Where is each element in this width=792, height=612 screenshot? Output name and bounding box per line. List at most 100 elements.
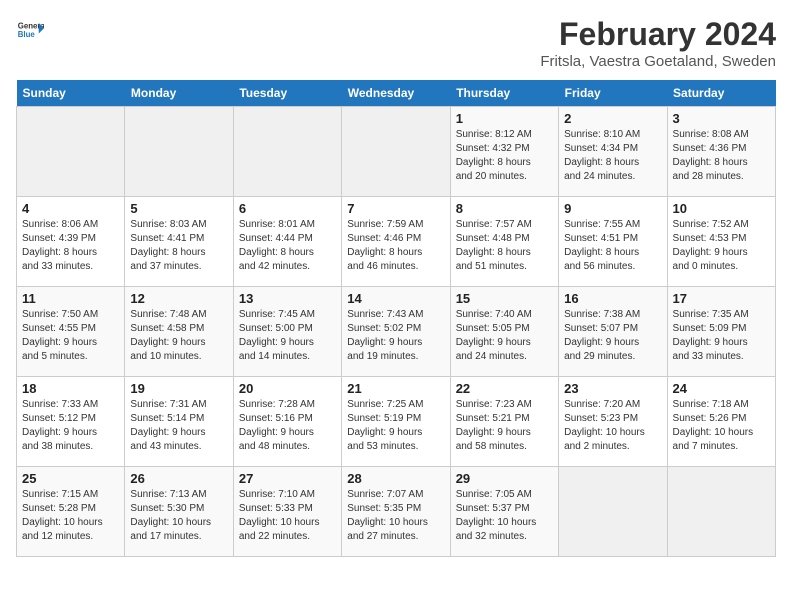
header-cell-friday: Friday [559, 80, 667, 107]
day-number: 2 [564, 111, 661, 126]
week-row-1: 1 Sunrise: 8:12 AM Sunset: 4:32 PM Daylig… [17, 107, 776, 197]
header-cell-tuesday: Tuesday [233, 80, 341, 107]
day-info: Sunrise: 7:10 AM Sunset: 5:33 PM Dayligh… [239, 488, 336, 544]
day-info: Sunrise: 7:45 AM Sunset: 5:00 PM Dayligh… [239, 308, 336, 364]
day-info: Sunrise: 7:50 AM Sunset: 4:55 PM Dayligh… [22, 308, 119, 364]
day-number: 20 [239, 381, 336, 396]
day-number: 27 [239, 471, 336, 486]
day-info: Sunrise: 7:31 AM Sunset: 5:14 PM Dayligh… [130, 398, 227, 454]
day-info: Sunrise: 7:25 AM Sunset: 5:19 PM Dayligh… [347, 398, 444, 454]
day-info: Sunrise: 8:08 AM Sunset: 4:36 PM Dayligh… [673, 128, 770, 184]
day-cell: 16 Sunrise: 7:38 AM Sunset: 5:07 PM Dayli… [559, 287, 667, 377]
day-info: Sunrise: 7:15 AM Sunset: 5:28 PM Dayligh… [22, 488, 119, 544]
day-cell: 25 Sunrise: 7:15 AM Sunset: 5:28 PM Dayli… [17, 467, 125, 557]
day-cell: 9Sunrise: 7:55 AM Sunset: 4:51 PM Daylig… [559, 197, 667, 287]
day-cell [17, 107, 125, 197]
day-info: Sunrise: 7:59 AM Sunset: 4:46 PM Dayligh… [347, 218, 444, 274]
day-info: Sunrise: 7:33 AM Sunset: 5:12 PM Dayligh… [22, 398, 119, 454]
day-cell: 2 Sunrise: 8:10 AM Sunset: 4:34 PM Daylig… [559, 107, 667, 197]
day-cell: 28Sunrise: 7:07 AM Sunset: 5:35 PM Dayli… [342, 467, 450, 557]
day-info: Sunrise: 8:03 AM Sunset: 4:41 PM Dayligh… [130, 218, 227, 274]
day-number: 18 [22, 381, 119, 396]
header-cell-sunday: Sunday [17, 80, 125, 107]
day-cell: 3Sunrise: 8:08 AM Sunset: 4:36 PM Daylig… [667, 107, 775, 197]
day-number: 16 [564, 291, 661, 306]
day-number: 1 [456, 111, 553, 126]
day-number: 29 [456, 471, 553, 486]
day-number: 24 [673, 381, 770, 396]
week-row-3: 11 Sunrise: 7:50 AM Sunset: 4:55 PM Dayli… [17, 287, 776, 377]
day-info: Sunrise: 7:20 AM Sunset: 5:23 PM Dayligh… [564, 398, 661, 454]
day-cell: 26Sunrise: 7:13 AM Sunset: 5:30 PM Dayli… [125, 467, 233, 557]
day-cell [667, 467, 775, 557]
day-cell: 29 Sunrise: 7:05 AM Sunset: 5:37 PM Dayli… [450, 467, 558, 557]
day-cell: 17 Sunrise: 7:35 AM Sunset: 5:09 PM Dayli… [667, 287, 775, 377]
day-info: Sunrise: 7:23 AM Sunset: 5:21 PM Dayligh… [456, 398, 553, 454]
day-cell [559, 467, 667, 557]
day-cell: 5 Sunrise: 8:03 AM Sunset: 4:41 PM Daylig… [125, 197, 233, 287]
day-number: 23 [564, 381, 661, 396]
day-number: 8 [456, 201, 553, 216]
day-cell: 14 Sunrise: 7:43 AM Sunset: 5:02 PM Dayli… [342, 287, 450, 377]
day-number: 14 [347, 291, 444, 306]
day-number: 15 [456, 291, 553, 306]
day-cell: 15Sunrise: 7:40 AM Sunset: 5:05 PM Dayli… [450, 287, 558, 377]
week-row-2: 4Sunrise: 8:06 AM Sunset: 4:39 PM Daylig… [17, 197, 776, 287]
day-cell: 1 Sunrise: 8:12 AM Sunset: 4:32 PM Daylig… [450, 107, 558, 197]
day-info: Sunrise: 7:07 AM Sunset: 5:35 PM Dayligh… [347, 488, 444, 544]
day-number: 12 [130, 291, 227, 306]
week-row-4: 18 Sunrise: 7:33 AM Sunset: 5:12 PM Dayli… [17, 377, 776, 467]
day-info: Sunrise: 7:48 AM Sunset: 4:58 PM Dayligh… [130, 308, 227, 364]
day-info: Sunrise: 7:18 AM Sunset: 5:26 PM Dayligh… [673, 398, 770, 454]
header-row: SundayMondayTuesdayWednesdayThursdayFrid… [17, 80, 776, 107]
logo-icon: General Blue [16, 16, 44, 44]
day-info: Sunrise: 8:10 AM Sunset: 4:34 PM Dayligh… [564, 128, 661, 184]
logo: General Blue [16, 16, 44, 44]
day-number: 25 [22, 471, 119, 486]
day-info: Sunrise: 7:28 AM Sunset: 5:16 PM Dayligh… [239, 398, 336, 454]
calendar-header: SundayMondayTuesdayWednesdayThursdayFrid… [17, 80, 776, 107]
day-cell [233, 107, 341, 197]
day-cell: 27 Sunrise: 7:10 AM Sunset: 5:33 PM Dayli… [233, 467, 341, 557]
day-cell [342, 107, 450, 197]
day-cell: 22 Sunrise: 7:23 AM Sunset: 5:21 PM Dayli… [450, 377, 558, 467]
day-info: Sunrise: 7:52 AM Sunset: 4:53 PM Dayligh… [673, 218, 770, 274]
day-number: 17 [673, 291, 770, 306]
day-number: 7 [347, 201, 444, 216]
day-number: 21 [347, 381, 444, 396]
header-cell-thursday: Thursday [450, 80, 558, 107]
day-number: 9 [564, 201, 661, 216]
day-cell: 21 Sunrise: 7:25 AM Sunset: 5:19 PM Dayli… [342, 377, 450, 467]
day-number: 11 [22, 291, 119, 306]
day-info: Sunrise: 7:57 AM Sunset: 4:48 PM Dayligh… [456, 218, 553, 274]
week-row-5: 25 Sunrise: 7:15 AM Sunset: 5:28 PM Dayli… [17, 467, 776, 557]
month-title: February 2024 [540, 16, 776, 53]
day-cell: 20 Sunrise: 7:28 AM Sunset: 5:16 PM Dayli… [233, 377, 341, 467]
day-info: Sunrise: 7:38 AM Sunset: 5:07 PM Dayligh… [564, 308, 661, 364]
title-block: February 2024 Fritsla, Vaestra Goetaland… [540, 16, 776, 70]
header-cell-wednesday: Wednesday [342, 80, 450, 107]
svg-text:Blue: Blue [18, 30, 36, 39]
day-cell: 4Sunrise: 8:06 AM Sunset: 4:39 PM Daylig… [17, 197, 125, 287]
day-info: Sunrise: 7:35 AM Sunset: 5:09 PM Dayligh… [673, 308, 770, 364]
day-info: Sunrise: 7:05 AM Sunset: 5:37 PM Dayligh… [456, 488, 553, 544]
day-number: 19 [130, 381, 227, 396]
day-cell: 10 Sunrise: 7:52 AM Sunset: 4:53 PM Dayli… [667, 197, 775, 287]
day-cell: 11 Sunrise: 7:50 AM Sunset: 4:55 PM Dayli… [17, 287, 125, 377]
day-cell: 12 Sunrise: 7:48 AM Sunset: 4:58 PM Dayli… [125, 287, 233, 377]
day-info: Sunrise: 7:13 AM Sunset: 5:30 PM Dayligh… [130, 488, 227, 544]
day-number: 10 [673, 201, 770, 216]
day-cell: 19 Sunrise: 7:31 AM Sunset: 5:14 PM Dayli… [125, 377, 233, 467]
day-number: 4 [22, 201, 119, 216]
header-cell-saturday: Saturday [667, 80, 775, 107]
page-header: General Blue February 2024 Fritsla, Vaes… [16, 16, 776, 70]
day-cell: 8 Sunrise: 7:57 AM Sunset: 4:48 PM Daylig… [450, 197, 558, 287]
day-cell: 13Sunrise: 7:45 AM Sunset: 5:00 PM Dayli… [233, 287, 341, 377]
calendar-body: 1 Sunrise: 8:12 AM Sunset: 4:32 PM Daylig… [17, 107, 776, 557]
day-info: Sunrise: 7:43 AM Sunset: 5:02 PM Dayligh… [347, 308, 444, 364]
location-subtitle: Fritsla, Vaestra Goetaland, Sweden [540, 53, 776, 70]
day-number: 5 [130, 201, 227, 216]
day-number: 22 [456, 381, 553, 396]
header-cell-monday: Monday [125, 80, 233, 107]
day-info: Sunrise: 8:12 AM Sunset: 4:32 PM Dayligh… [456, 128, 553, 184]
